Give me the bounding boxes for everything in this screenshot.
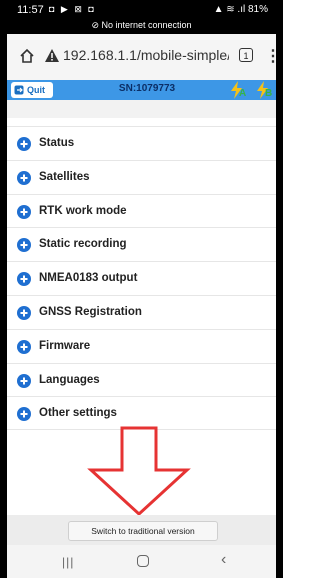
status-right: ▲ ≋ .ıl 81% — [214, 4, 268, 15]
plus-circle-icon — [17, 339, 31, 354]
menu-item-label: Static recording — [39, 238, 127, 251]
menu-item-nmea0183-output[interactable]: NMEA0183 output — [7, 261, 276, 295]
battery-b-label: B — [265, 88, 272, 99]
menu-item-languages[interactable]: Languages — [7, 362, 276, 397]
status-bar: 11:57 ◘ ▶ ⊠ ◘ ▲ ≋ .ıl 81% ⊘ No internet … — [7, 0, 276, 34]
tab-switcher-button[interactable]: 1 — [239, 48, 253, 62]
plus-circle-icon — [17, 272, 31, 287]
menu-item-label: Other settings — [39, 407, 117, 420]
footer: Switch to traditional version — [7, 515, 276, 545]
menu-item-status[interactable]: Status — [7, 126, 276, 160]
battery-a-label: A — [239, 88, 246, 99]
menu-item-label: RTK work mode — [39, 204, 127, 217]
menu-item-label: Languages — [39, 373, 100, 386]
status-time: 11:57 — [17, 4, 44, 16]
battery-b-icon: B — [257, 81, 272, 99]
signal-icons: ▲ ≋ .ıl — [213, 4, 246, 15]
settings-menu: Status Satellites RTK work mode Static r… — [7, 126, 276, 431]
menu-item-label: GNSS Registration — [39, 305, 142, 318]
menu-item-satellites[interactable]: Satellites — [7, 159, 276, 194]
menu-item-label: Firmware — [39, 339, 91, 352]
plus-circle-icon — [17, 204, 31, 219]
no-connection-text: ⊘ No internet connection — [7, 20, 276, 31]
recent-apps-icon[interactable]: ||| — [62, 555, 74, 569]
menu-item-gnss-registration[interactable]: GNSS Registration — [7, 294, 276, 329]
battery-percent: 81% — [247, 4, 268, 15]
serial-number: SN:1079773 — [118, 83, 176, 94]
app-header: Quit SN:1079773 A B — [7, 80, 276, 100]
plus-circle-icon — [17, 407, 31, 422]
url-field[interactable]: 192.168.1.1/mobile-simple/i — [63, 47, 229, 63]
menu-item-label: Status — [39, 137, 75, 149]
header-spacer — [7, 100, 276, 118]
no-connection-label: No internet connection — [101, 20, 192, 30]
battery-a-icon: A — [231, 81, 246, 99]
plus-circle-icon — [17, 373, 31, 388]
down-arrow-icon — [87, 426, 191, 517]
plus-circle-icon — [17, 305, 31, 320]
browser-menu-button[interactable]: ⋮ — [265, 46, 281, 66]
exit-icon — [14, 85, 24, 95]
no-wifi-icon: ⊘ — [91, 20, 99, 30]
quit-label: Quit — [27, 85, 45, 95]
back-icon[interactable]: ‹ — [221, 551, 226, 569]
plus-circle-icon — [17, 238, 31, 253]
switch-version-button[interactable]: Switch to traditional version — [68, 521, 218, 541]
plus-circle-icon — [17, 137, 31, 151]
quit-button[interactable]: Quit — [11, 82, 53, 98]
menu-item-label: NMEA0183 output — [39, 272, 138, 285]
menu-item-label: Satellites — [39, 170, 90, 183]
warning-icon[interactable] — [45, 49, 59, 62]
browser-toolbar: 192.168.1.1/mobile-simple/i 1 ⋮ — [7, 34, 281, 81]
menu-item-rtk-work-mode[interactable]: RTK work mode — [7, 193, 276, 228]
home-icon[interactable] — [19, 48, 35, 64]
plus-circle-icon — [17, 170, 31, 185]
home-nav-icon[interactable] — [137, 555, 149, 567]
android-nav-bar: ||| ‹ — [7, 545, 276, 578]
menu-item-static-recording[interactable]: Static recording — [7, 227, 276, 262]
menu-item-firmware[interactable]: Firmware — [7, 328, 276, 363]
notification-icons: ◘ ▶ ⊠ ◘ — [49, 4, 96, 14]
